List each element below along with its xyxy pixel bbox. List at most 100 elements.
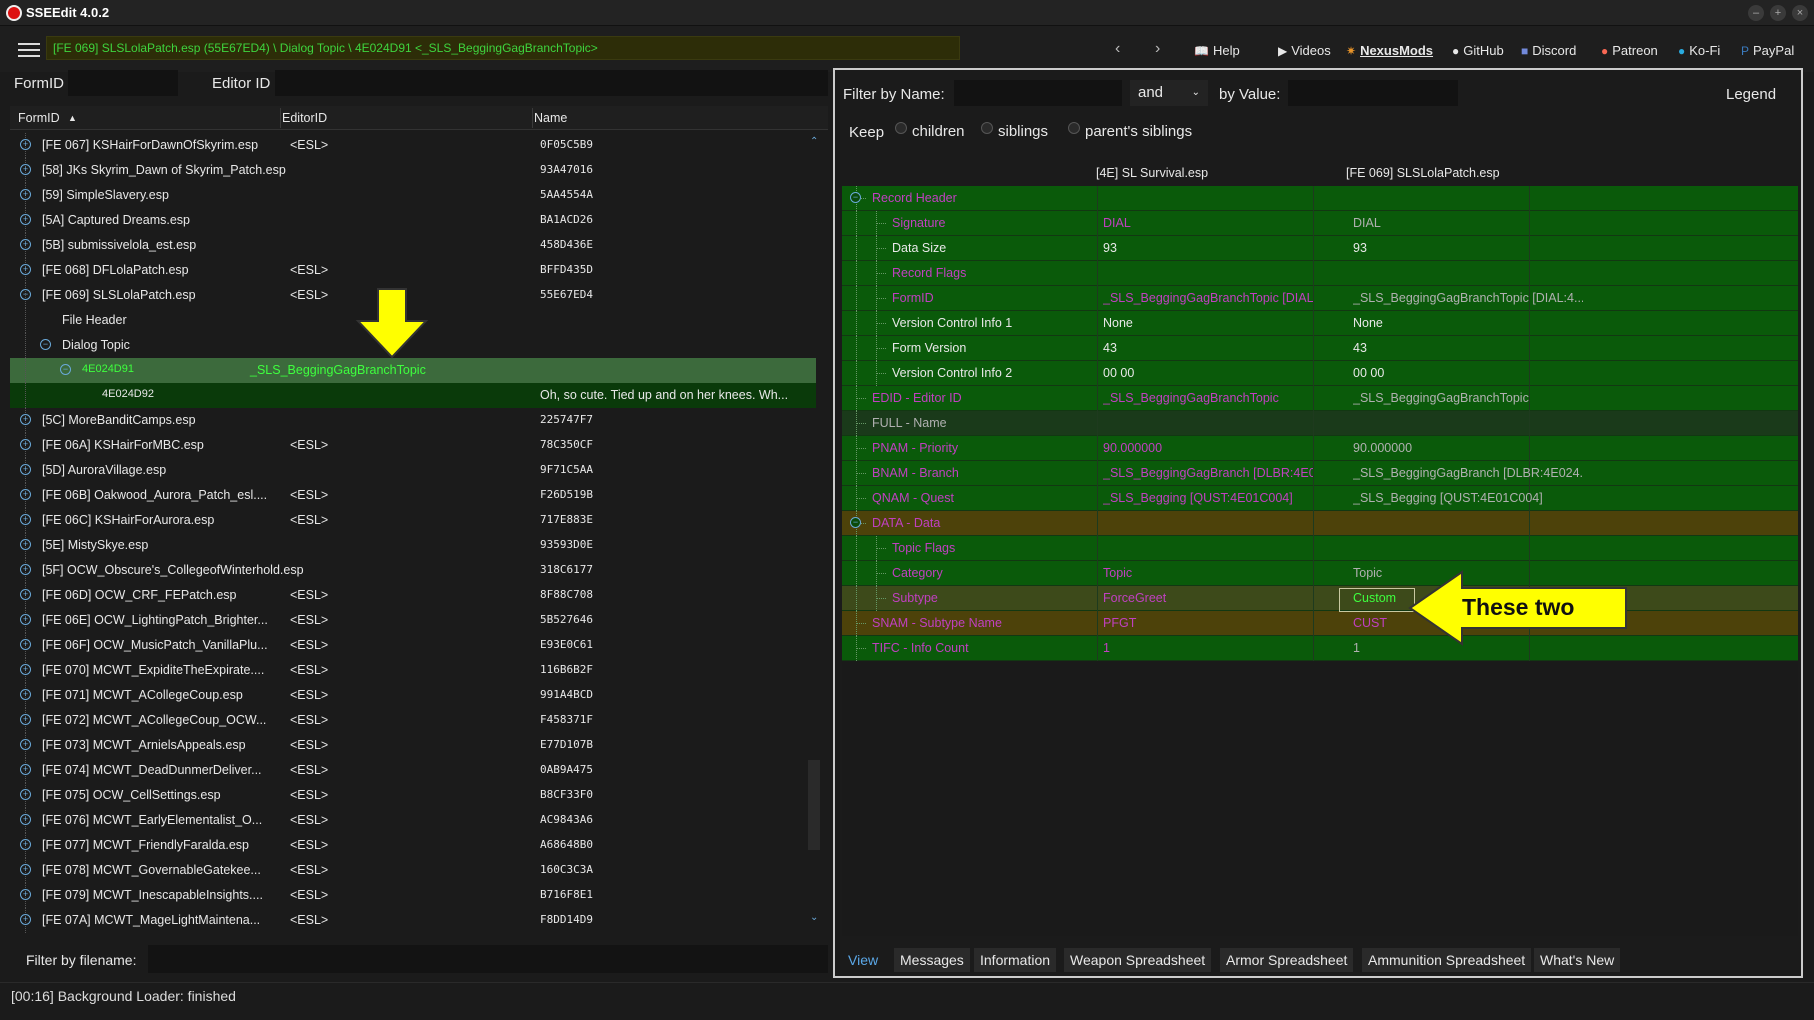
expand-icon[interactable]: +: [20, 489, 31, 500]
maximize-button[interactable]: +: [1770, 5, 1786, 21]
formid-input[interactable]: [68, 70, 178, 96]
minimize-button[interactable]: –: [1748, 5, 1764, 21]
collapse-icon[interactable]: −: [60, 364, 71, 375]
expand-icon[interactable]: +: [20, 539, 31, 550]
record-value-plugin-1[interactable]: _SLS_BeggingGagBranchTopic [DIAL:4...: [1103, 291, 1313, 305]
tab-messages[interactable]: Messages: [894, 948, 970, 972]
menu-icon[interactable]: [18, 43, 40, 57]
tree-row[interactable]: + [FE 074] MCWT_DeadDunmerDeliver... <ESL>…: [10, 758, 816, 783]
tree-row[interactable]: + [5F] OCW_Obscure's_CollegeofWinterhold.…: [10, 558, 816, 583]
record-value-plugin-2[interactable]: _SLS_Begging [QUST:4E01C004]: [1353, 491, 1583, 505]
tree-row[interactable]: + [59] SimpleSlavery.esp 5AA4554A: [10, 183, 816, 208]
expand-icon[interactable]: +: [20, 164, 31, 175]
record-value-plugin-2[interactable]: None: [1353, 316, 1583, 330]
record-row[interactable]: FULL - Name: [842, 411, 1798, 436]
record-value-plugin-1[interactable]: PFGT: [1103, 616, 1313, 630]
record-row[interactable]: EDID - Editor ID _SLS_BeggingGagBranchTop…: [842, 386, 1798, 411]
record-value-plugin-1[interactable]: 43: [1103, 341, 1313, 355]
tab-view[interactable]: View: [842, 948, 884, 972]
expand-icon[interactable]: +: [20, 764, 31, 775]
record-value-plugin-1[interactable]: DIAL: [1103, 216, 1313, 230]
expand-icon[interactable]: +: [20, 214, 31, 225]
tree-row[interactable]: + [FE 06C] KSHairForAurora.esp <ESL> 717E88…: [10, 508, 816, 533]
tree-row[interactable]: + [FE 071] MCWT_ACollegeCoup.esp <ESL> 991A…: [10, 683, 816, 708]
record-row[interactable]: Signature DIAL DIAL: [842, 211, 1798, 236]
expand-icon[interactable]: +: [20, 714, 31, 725]
tree-row[interactable]: −4E024D91 _SLS_BeggingGagBranchTopic: [10, 358, 816, 383]
tab-ammunition-spreadsheet[interactable]: Ammunition Spreadsheet: [1362, 948, 1532, 972]
record-value-plugin-2[interactable]: 90.000000: [1353, 441, 1583, 455]
expand-icon[interactable]: +: [20, 639, 31, 650]
column-formid[interactable]: FormID: [18, 111, 60, 125]
record-value-plugin-2[interactable]: 93: [1353, 241, 1583, 255]
tree-row[interactable]: + [FE 073] MCWT_ArnielsAppeals.esp <ESL> E7…: [10, 733, 816, 758]
tree-row[interactable]: + [FE 06F] OCW_MusicPatch_VanillaPlu... <E…: [10, 633, 816, 658]
expand-icon[interactable]: +: [20, 564, 31, 575]
expand-icon[interactable]: +: [20, 839, 31, 850]
tree-row[interactable]: + [FE 079] MCWT_InescapableInsights.... <E…: [10, 883, 816, 908]
expand-icon[interactable]: +: [20, 414, 31, 425]
tab-weapon-spreadsheet[interactable]: Weapon Spreadsheet: [1064, 948, 1212, 972]
keep-children-checkbox[interactable]: [895, 122, 907, 134]
tab-information[interactable]: Information: [974, 948, 1057, 972]
record-value-plugin-1[interactable]: Topic: [1103, 566, 1313, 580]
record-value-plugin-1[interactable]: 1: [1103, 641, 1313, 655]
keep-siblings-label[interactable]: siblings: [998, 123, 1048, 140]
record-row[interactable]: Topic Flags: [842, 536, 1798, 561]
expand-icon[interactable]: +: [20, 864, 31, 875]
back-icon[interactable]: ‹: [1115, 40, 1120, 58]
expand-icon[interactable]: +: [20, 914, 31, 925]
help-button[interactable]: 📖 Help: [1194, 43, 1240, 58]
discord-button[interactable]: ■ Discord: [1521, 43, 1576, 58]
tab-armor-spreadsheet[interactable]: Armor Spreadsheet: [1220, 948, 1354, 972]
expand-icon[interactable]: +: [20, 614, 31, 625]
record-value-plugin-1[interactable]: _SLS_BeggingGagBranchTopic: [1103, 391, 1313, 405]
tree-row[interactable]: + [FE 06A] KSHairForMBC.esp <ESL> 78C350CF: [10, 433, 816, 458]
record-row[interactable]: Category Topic Topic: [842, 561, 1798, 586]
forward-icon[interactable]: ›: [1155, 40, 1160, 58]
record-row[interactable]: TIFC - Info Count 1 1: [842, 636, 1798, 661]
videos-button[interactable]: ▶ Videos: [1278, 43, 1331, 58]
paypal-button[interactable]: P PayPal: [1741, 43, 1794, 58]
record-row[interactable]: BNAM - Branch _SLS_BeggingGagBranch [DLBR…: [842, 461, 1798, 486]
filter-by-name-input[interactable]: [954, 80, 1122, 106]
record-value-plugin-1[interactable]: 90.000000: [1103, 441, 1313, 455]
expand-icon[interactable]: +: [20, 789, 31, 800]
expand-icon[interactable]: +: [20, 514, 31, 525]
kofi-button[interactable]: ● Ko-Fi: [1678, 43, 1720, 58]
record-row[interactable]: Subtype ForceGreet Custom: [842, 586, 1798, 611]
tree-row[interactable]: + [FE 070] MCWT_ExpiditeTheExpirate.... <E…: [10, 658, 816, 683]
record-value-plugin-2[interactable]: 43: [1353, 341, 1583, 355]
record-grid[interactable]: − Record Header Signature DIAL DIAL Data Size…: [842, 186, 1798, 936]
expand-icon[interactable]: +: [20, 814, 31, 825]
expand-icon[interactable]: +: [20, 889, 31, 900]
expand-icon[interactable]: +: [20, 664, 31, 675]
tree-row[interactable]: + [FE 068] DFLolaPatch.esp <ESL> BFFD435D: [10, 258, 816, 283]
column-plugin-2[interactable]: [FE 069] SLSLolaPatch.esp: [1346, 166, 1500, 180]
expand-icon[interactable]: +: [20, 239, 31, 250]
tree-scrollbar[interactable]: [808, 760, 820, 850]
record-value-plugin-1[interactable]: _SLS_Begging [QUST:4E01C004]: [1103, 491, 1313, 505]
record-row[interactable]: Form Version 43 43: [842, 336, 1798, 361]
record-value-plugin-2[interactable]: _SLS_BeggingGagBranchTopic [DIAL:4...: [1353, 291, 1583, 305]
collapse-icon[interactable]: −: [40, 339, 51, 350]
close-button[interactable]: ×: [1792, 5, 1808, 21]
tree-row[interactable]: + [FE 06B] Oakwood_Aurora_Patch_esl.... <E…: [10, 483, 816, 508]
record-value-plugin-1[interactable]: _SLS_BeggingGagBranch [DLBR:4E024...: [1103, 466, 1313, 480]
filter-filename-input[interactable]: [148, 945, 828, 973]
record-row[interactable]: − Record Header: [842, 186, 1798, 211]
record-value-plugin-1[interactable]: 00 00: [1103, 366, 1313, 380]
tree-row[interactable]: + [5A] Captured Dreams.esp BA1ACD26: [10, 208, 816, 233]
expand-icon[interactable]: +: [20, 689, 31, 700]
tree-row[interactable]: + [FE 07A] MCWT_MageLightMaintena... <ESL>…: [10, 908, 816, 933]
record-row[interactable]: SNAM - Subtype Name PFGT CUST: [842, 611, 1798, 636]
record-row[interactable]: QNAM - Quest _SLS_Begging [QUST:4E01C004]…: [842, 486, 1798, 511]
column-plugin-1[interactable]: [4E] SL Survival.esp: [1096, 166, 1208, 180]
tree-row[interactable]: + [FE 076] MCWT_EarlyElementalist_O... <ES…: [10, 808, 816, 833]
expand-icon[interactable]: +: [20, 589, 31, 600]
tree-row[interactable]: + [FE 06D] OCW_CRF_FEPatch.esp <ESL> 8F88C7…: [10, 583, 816, 608]
tree-row[interactable]: + [FE 072] MCWT_ACollegeCoup_OCW... <ESL> F…: [10, 708, 816, 733]
record-value-plugin-1[interactable]: ForceGreet: [1103, 591, 1313, 605]
tree-row[interactable]: + [5B] submissivelola_est.esp 458D436E: [10, 233, 816, 258]
tree-view[interactable]: + [FE 067] KSHairForDawnOfSkyrim.esp <ESL>…: [10, 133, 816, 933]
